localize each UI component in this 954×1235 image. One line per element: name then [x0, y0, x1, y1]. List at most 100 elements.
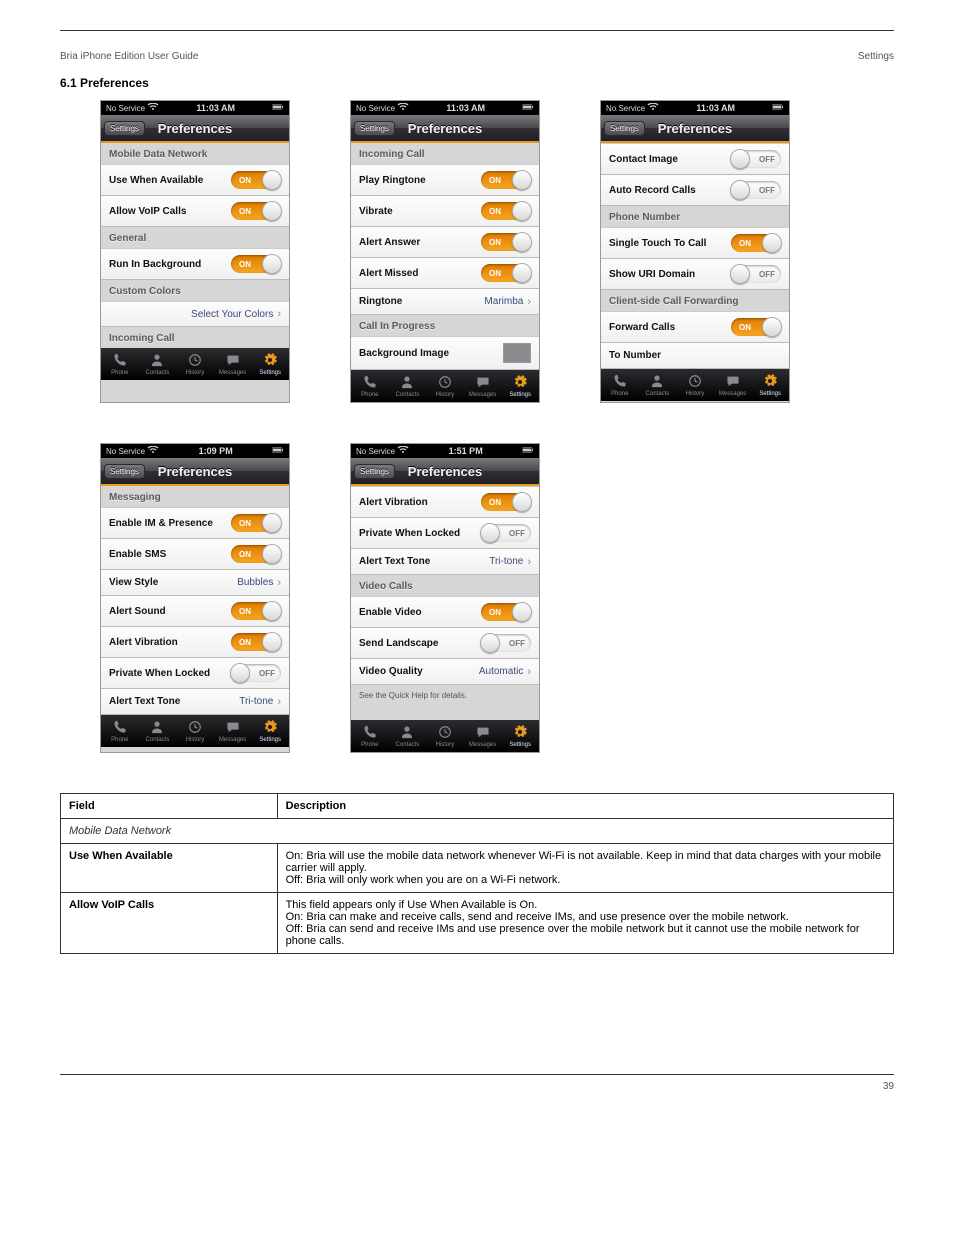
- tab-settings[interactable]: Settings: [251, 348, 289, 380]
- row-label: Contact Image: [609, 154, 678, 165]
- tab-phone[interactable]: Phone: [601, 369, 639, 401]
- tab-phone[interactable]: Phone: [101, 348, 139, 380]
- row-label: Forward Calls: [609, 322, 675, 333]
- settings-row: Allow VoIP CallsON: [101, 196, 289, 227]
- row-value[interactable]: Select Your Colors ›: [191, 308, 281, 320]
- battery-icon: [272, 446, 284, 456]
- tab-messages[interactable]: Messages: [464, 720, 502, 752]
- row-label: Alert Vibration: [359, 497, 428, 508]
- back-button[interactable]: Settings: [104, 121, 145, 136]
- messages-icon: [226, 353, 240, 369]
- messages-icon: [476, 725, 490, 741]
- row-label: Alert Text Tone: [359, 556, 430, 567]
- toggle-switch[interactable]: ON: [481, 233, 531, 251]
- back-button[interactable]: Settings: [354, 464, 395, 479]
- chevron-right-icon: ›: [527, 666, 531, 678]
- toggle-switch[interactable]: ON: [231, 202, 281, 220]
- tab-contacts[interactable]: Contacts: [639, 369, 677, 401]
- settings-row: Alert VibrationON: [101, 627, 289, 658]
- tab-bar: PhoneContactsHistoryMessagesSettings: [101, 715, 289, 747]
- phone-screenshot: No Service 1:09 PM Settings Preferences …: [100, 443, 290, 753]
- back-button[interactable]: Settings: [604, 121, 645, 136]
- toggle-switch[interactable]: OFF: [481, 524, 531, 542]
- row-label: To Number: [609, 350, 661, 361]
- toggle-switch[interactable]: ON: [231, 602, 281, 620]
- phone-icon: [363, 375, 377, 391]
- back-button[interactable]: Settings: [354, 121, 395, 136]
- settings-row: Send LandscapeOFF: [351, 628, 539, 659]
- toggle-switch[interactable]: ON: [231, 545, 281, 563]
- contacts-icon: [150, 353, 164, 369]
- phone-screenshot: No Service 11:03 AM Settings Preferences…: [350, 100, 540, 403]
- settings-row: Contact Image OFF: [601, 143, 789, 175]
- settings-row: Auto Record CallsOFF: [601, 175, 789, 206]
- tab-settings[interactable]: Settings: [501, 370, 539, 402]
- toggle-switch[interactable]: ON: [481, 171, 531, 189]
- tab-phone[interactable]: Phone: [351, 370, 389, 402]
- tab-contacts[interactable]: Contacts: [139, 348, 177, 380]
- toggle-switch[interactable]: OFF: [731, 181, 781, 199]
- tab-settings[interactable]: Settings: [251, 715, 289, 747]
- tab-label: Phone: [611, 391, 628, 397]
- tab-contacts[interactable]: Contacts: [389, 370, 427, 402]
- row-value[interactable]: Bubbles ›: [237, 577, 281, 589]
- tab-messages[interactable]: Messages: [714, 369, 752, 401]
- contacts-icon: [650, 374, 664, 390]
- row-value[interactable]: Automatic ›: [479, 666, 531, 678]
- settings-row[interactable]: Alert Text Tone Tri-tone ›: [351, 549, 539, 575]
- tab-label: Settings: [259, 370, 281, 376]
- tab-contacts[interactable]: Contacts: [139, 715, 177, 747]
- tab-settings[interactable]: Settings: [751, 369, 789, 401]
- tab-contacts[interactable]: Contacts: [389, 720, 427, 752]
- settings-list: Contact ImageOFFAuto Record CallsOFFPhon…: [601, 143, 789, 369]
- carrier-label: No Service: [606, 103, 659, 113]
- tab-history[interactable]: History: [426, 720, 464, 752]
- toggle-switch[interactable]: OFF: [231, 664, 281, 682]
- toggle-switch[interactable]: ON: [231, 633, 281, 651]
- toggle-switch[interactable]: ON: [481, 493, 531, 511]
- tab-messages[interactable]: Messages: [214, 348, 252, 380]
- settings-row[interactable]: Alert Text ToneTri-tone ›: [101, 689, 289, 715]
- group-header: Mobile Data Network: [101, 143, 289, 164]
- toggle-switch[interactable]: ON: [481, 202, 531, 220]
- toggle-switch[interactable]: ON: [731, 234, 781, 252]
- toggle-switch[interactable]: ON: [231, 255, 281, 273]
- settings-row[interactable]: Background Image: [351, 336, 539, 370]
- settings-row[interactable]: View StyleBubbles ›: [101, 570, 289, 596]
- toggle-switch[interactable]: ON: [231, 171, 281, 189]
- tab-phone[interactable]: Phone: [101, 715, 139, 747]
- settings-row: Enable IM & PresenceON: [101, 507, 289, 539]
- tab-bar: PhoneContacts History MessagesSettings: [351, 370, 539, 402]
- tab-history[interactable]: History: [426, 370, 464, 402]
- tab-settings[interactable]: Settings: [501, 720, 539, 752]
- settings-row[interactable]: Video QualityAutomatic ›: [351, 659, 539, 685]
- group-header: Call In Progress: [351, 315, 539, 336]
- group-header: Client-side Call Forwarding: [601, 290, 789, 311]
- tab-messages[interactable]: Messages: [464, 370, 502, 402]
- row-value[interactable]: Tri-tone ›: [489, 556, 531, 568]
- settings-row[interactable]: RingtoneMarimba ›: [351, 289, 539, 315]
- tab-label: History: [436, 392, 455, 398]
- row-value[interactable]: Tri-tone ›: [239, 696, 281, 708]
- tab-history[interactable]: History: [176, 348, 214, 380]
- image-thumbnail[interactable]: [503, 343, 531, 363]
- row-value[interactable]: Marimba ›: [484, 296, 531, 308]
- tab-history[interactable]: History: [176, 715, 214, 747]
- tab-label: Phone: [361, 742, 378, 748]
- settings-row[interactable]: Select Your Colors ›: [101, 301, 289, 327]
- toggle-switch[interactable]: OFF: [731, 265, 781, 283]
- tab-history[interactable]: History: [676, 369, 714, 401]
- toggle-switch[interactable]: OFF: [481, 634, 531, 652]
- tab-bar: Phone ContactsHistoryMessagesSettings: [601, 369, 789, 401]
- toggle-switch[interactable]: ON: [731, 318, 781, 336]
- tab-phone[interactable]: Phone: [351, 720, 389, 752]
- back-button[interactable]: Settings: [104, 464, 145, 479]
- wifi-icon: [147, 447, 159, 456]
- tab-messages[interactable]: Messages: [214, 715, 252, 747]
- toggle-switch[interactable]: ON: [481, 264, 531, 282]
- settings-row: Alert Vibration ON: [351, 486, 539, 518]
- toggle-switch[interactable]: ON: [231, 514, 281, 532]
- toggle-switch[interactable]: ON: [481, 603, 531, 621]
- toggle-switch[interactable]: OFF: [731, 150, 781, 168]
- nav-title: Preferences: [408, 464, 482, 479]
